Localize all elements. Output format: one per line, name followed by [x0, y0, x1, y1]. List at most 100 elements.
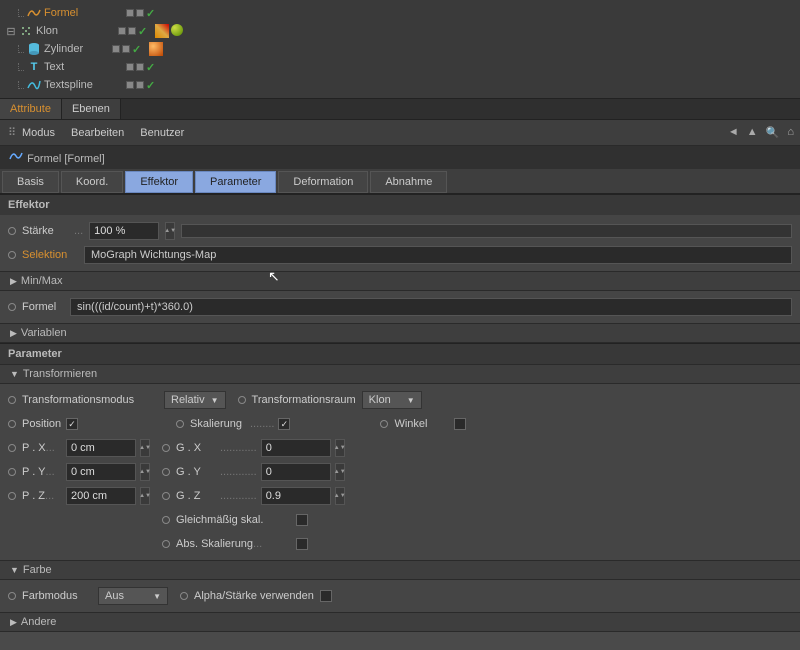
farbmodus-label: Farbmodus — [22, 590, 78, 602]
tag-weightmap-icon[interactable] — [155, 24, 169, 38]
spinner[interactable]: ▲▼ — [140, 463, 150, 481]
tree-label: Klon — [34, 25, 114, 37]
alpha-checkbox[interactable] — [320, 590, 332, 602]
tree-row-text[interactable]: T Text ✓ — [0, 58, 800, 76]
nav-up-icon[interactable]: ▲ — [747, 126, 758, 139]
gz-field[interactable]: 0.9 — [261, 487, 331, 505]
staerke-slider[interactable] — [181, 224, 792, 238]
skalierung-label: Skalierung — [190, 418, 242, 430]
spinner[interactable]: ▲▼ — [335, 439, 345, 457]
anim-dot[interactable] — [8, 303, 16, 311]
farbmodus-dropdown[interactable]: Aus▼ — [98, 587, 168, 605]
tab-abnahme[interactable]: Abnahme — [370, 171, 447, 193]
gleichm-checkbox[interactable] — [296, 514, 308, 526]
collapser-variablen[interactable]: ▶Variablen — [0, 323, 800, 343]
expand-icon[interactable]: ⊟ — [4, 25, 18, 38]
collapser-minmax[interactable]: ▶Min/Max — [0, 271, 800, 291]
py-field[interactable]: 0 cm — [66, 463, 136, 481]
tag-phong-icon[interactable] — [149, 42, 163, 56]
traum-dropdown[interactable]: Klon▼ — [362, 391, 422, 409]
anim-dot[interactable] — [238, 396, 246, 404]
tree-row-formel[interactable]: Formel ✓ — [0, 4, 800, 22]
position-checkbox[interactable]: ✓ — [66, 418, 78, 430]
check-icon[interactable]: ✓ — [146, 79, 155, 92]
staerke-field[interactable]: 100 % — [89, 222, 159, 240]
anim-dot[interactable] — [380, 420, 388, 428]
skalierung-checkbox[interactable]: ✓ — [278, 418, 290, 430]
anim-dot[interactable] — [180, 592, 188, 600]
selektion-field[interactable]: MoGraph Wichtungs-Map — [84, 246, 792, 264]
anim-dot[interactable] — [176, 420, 184, 428]
gleichm-label: Gleichmäßig skal. — [176, 514, 263, 526]
vis-dot[interactable] — [126, 81, 134, 89]
vis-dot[interactable] — [136, 63, 144, 71]
tree-label: Formel — [42, 7, 122, 19]
vis-dot[interactable] — [126, 63, 134, 71]
grip-icon[interactable]: ⠿ — [8, 126, 22, 139]
menu-modus[interactable]: Modus — [22, 127, 55, 139]
anim-dot[interactable] — [8, 492, 16, 500]
gx-field[interactable]: 0 — [261, 439, 331, 457]
absskal-checkbox[interactable] — [296, 538, 308, 550]
tree-row-zylinder[interactable]: Zylinder ✓ — [0, 40, 800, 58]
anim-dot[interactable] — [162, 468, 170, 476]
spline-icon — [26, 78, 42, 92]
anim-dot[interactable] — [8, 420, 16, 428]
gy-label: G . Y — [176, 466, 201, 478]
tag-material-icon[interactable] — [171, 24, 183, 36]
lock-icon[interactable]: ⌂ — [787, 126, 794, 139]
tree-row-textspline[interactable]: Textspline ✓ — [0, 76, 800, 94]
pz-field[interactable]: 200 cm — [66, 487, 136, 505]
tab-ebenen[interactable]: Ebenen — [62, 99, 121, 119]
vis-dot[interactable] — [118, 27, 126, 35]
px-field[interactable]: 0 cm — [66, 439, 136, 457]
tmode-dropdown[interactable]: Relativ▼ — [164, 391, 226, 409]
anim-dot[interactable] — [8, 444, 16, 452]
anim-dot[interactable] — [162, 540, 170, 548]
search-icon[interactable]: 🔍 — [766, 126, 780, 139]
anim-dot[interactable] — [8, 227, 16, 235]
menu-benutzer[interactable]: Benutzer — [140, 127, 184, 139]
spinner[interactable]: ▲▼ — [165, 222, 175, 240]
vis-dot[interactable] — [126, 9, 134, 17]
menu-bearbeiten[interactable]: Bearbeiten — [71, 127, 124, 139]
tab-attribute[interactable]: Attribute — [0, 99, 62, 119]
vis-dot[interactable] — [128, 27, 136, 35]
collapser-andere[interactable]: ▶Andere — [0, 612, 800, 632]
winkel-checkbox[interactable] — [454, 418, 466, 430]
anim-dot[interactable] — [8, 251, 16, 259]
tree-row-klon[interactable]: ⊟ Klon ✓ — [0, 22, 800, 40]
spinner[interactable]: ▲▼ — [140, 487, 150, 505]
vis-dot[interactable] — [122, 45, 130, 53]
anim-dot[interactable] — [162, 516, 170, 524]
spinner[interactable]: ▲▼ — [335, 463, 345, 481]
vis-dot[interactable] — [136, 81, 144, 89]
check-icon[interactable]: ✓ — [146, 7, 155, 20]
vis-dot[interactable] — [112, 45, 120, 53]
anim-dot[interactable] — [162, 444, 170, 452]
tab-deformation[interactable]: Deformation — [278, 171, 368, 193]
spinner[interactable]: ▲▼ — [140, 439, 150, 457]
check-icon[interactable]: ✓ — [146, 61, 155, 74]
collapser-farbe[interactable]: ▼Farbe — [0, 560, 800, 580]
check-icon[interactable]: ✓ — [138, 25, 147, 38]
collapser-transform[interactable]: ▼Transformieren — [0, 364, 800, 384]
anim-dot[interactable] — [8, 396, 16, 404]
anim-dot[interactable] — [8, 468, 16, 476]
formel-label: Formel — [22, 301, 56, 313]
nav-back-icon[interactable]: ◄ — [728, 126, 739, 139]
anim-dot[interactable] — [8, 592, 16, 600]
spinner[interactable]: ▲▼ — [335, 487, 345, 505]
tab-parameter[interactable]: Parameter — [195, 171, 276, 193]
formula-icon — [8, 150, 24, 162]
gy-field[interactable]: 0 — [261, 463, 331, 481]
formel-field[interactable]: sin(((id/count)+t)*360.0) — [70, 298, 792, 316]
vis-dot[interactable] — [136, 9, 144, 17]
tab-effektor[interactable]: Effektor — [125, 171, 193, 193]
check-icon[interactable]: ✓ — [132, 43, 141, 56]
position-label: Position — [22, 418, 61, 430]
tab-koord[interactable]: Koord. — [61, 171, 123, 193]
anim-dot[interactable] — [162, 492, 170, 500]
tab-basis[interactable]: Basis — [2, 171, 59, 193]
object-tree: Formel ✓ ⊟ Klon ✓ Zylinder ✓ T Text ✓ Te… — [0, 0, 800, 98]
